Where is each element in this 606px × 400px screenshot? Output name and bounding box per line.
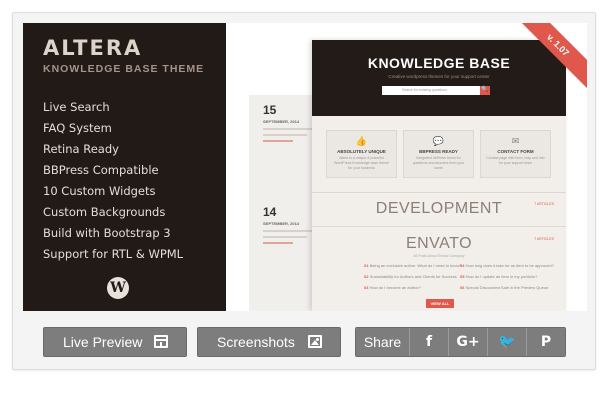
mockup-hero-tagline: Creative wordpress themes for your suppo… [388,74,490,79]
feature-item: FAQ System [43,121,112,135]
live-preview-label: Live Preview [63,334,143,350]
post-month: SEPTEMBER, 2014 [263,221,300,226]
feature-item: Build with Bootstrap 3 [43,226,171,240]
feature-item: Retina Ready [43,142,119,156]
mockup-section-heading: DEVELOPMENT [375,200,503,217]
mockup-article-link: 03 How do I become an author? [364,285,421,290]
live-preview-button[interactable]: Live Preview [43,327,187,357]
facebook-icon[interactable]: f [409,328,448,356]
mockup-article-link: 06 Special Discounted Sale in the Previe… [460,285,549,290]
twitter-icon[interactable]: 🐦 [487,328,526,356]
mockup-article-title: How long does it take for an item to be … [465,263,554,268]
screenshots-label: Screenshots [217,334,295,350]
wordpress-icon: W [107,277,129,299]
post-text-line [263,128,313,130]
mockup-article-title: How do I update an item in my portfolio? [465,274,538,279]
mockup-section-heading: ENVATO [405,235,473,252]
pinterest-icon[interactable]: P [526,328,565,356]
image-icon [308,335,322,348]
feature-item: Custom Backgrounds [43,205,166,219]
theme-preview-image[interactable]: ALTERA KNOWLEDGE BASE THEME Live Search … [23,23,587,311]
homepage-mockup: KNOWLEDGE BASE Creative wordpress themes… [312,40,566,311]
feature-item: BBPress Compatible [43,163,159,177]
post-month: SEPTEMBER, 2014 [263,119,300,124]
feature-list: Live Search FAQ System Retina Ready BBPr… [43,97,183,265]
mockup-hero-title: KNOWLEDGE BASE [367,55,511,71]
mockup-search-icon: 🔍 [480,86,490,95]
mockup-box-title: BBPRESS READY [419,149,458,154]
mockup-feature-box: ✉ CONTACT FORM Contact page with form, m… [480,130,551,178]
feature-item: Live Search [43,100,110,114]
theme-subtitle: KNOWLEDGE BASE THEME [43,63,205,75]
mockup-article-title: Special Discounted Sale in the Preview Q… [465,285,549,290]
mockup-box-text: Altera is a unique & powerful WordPress … [334,156,389,170]
envelope-icon: ✉ [511,136,520,146]
mockup-view-all-button: VIEW ALL [426,299,454,308]
mockup-section-subtitle: All Posts About Envato Company [413,254,465,258]
post-link-line [263,242,293,244]
theme-title: ALTERA [43,36,143,60]
chat-icon: 💬 [432,136,445,146]
feature-item: 10 Custom Widgets [43,184,156,198]
post-day: 15 [263,103,277,117]
post-link-line [263,140,293,142]
mockup-search-input: Search for existing questions [382,86,480,95]
window-icon [154,335,168,348]
mockup-article-title: Being an exclusive author. What do I nee… [369,263,462,268]
mockup-box-title: ABSOLUTELY UNIQUE [337,149,386,154]
mockup-box-text: Contact page with form, map and info for… [486,156,545,165]
post-day: 14 [263,205,277,219]
mockup-article-link: 04 How long does it take for an item to … [460,263,554,268]
share-bar: Share f G+ 🐦 P [355,327,566,357]
mockup-article-title: Sustainability for Authors and Clients f… [369,274,457,279]
google-plus-icon[interactable]: G+ [448,328,487,356]
feature-item: Support for RTL & WPML [43,247,184,261]
share-label: Share [356,328,409,356]
screenshots-button[interactable]: Screenshots [197,327,341,357]
mockup-section-count: 7 ARTICLES [534,237,554,241]
thumbs-up-icon: 👍 [355,136,368,146]
mockup-article-link: 01 Being an exclusive author. What do I … [364,263,462,268]
mockup-box-text: Integrated bbPress forum for questions a… [412,156,465,170]
mockup-section-count: 7 ARTICLES [534,202,554,206]
mockup-feature-box: 👍 ABSOLUTELY UNIQUE Altera is a unique &… [326,130,397,178]
mockup-article-title: How do I become an author? [369,285,421,290]
post-text-line [263,134,307,136]
mockup-feature-box: 💬 BBPRESS READY Integrated bbPress forum… [403,130,474,178]
mockup-article-link: 02 Sustainability for Authors and Client… [364,274,457,279]
theme-card: ALTERA KNOWLEDGE BASE THEME Live Search … [12,12,596,370]
theme-info-panel: ALTERA KNOWLEDGE BASE THEME Live Search … [23,23,226,311]
mockup-article-link: 05 How do I update an item in my portfol… [460,274,538,279]
post-text-line [263,230,313,232]
mockup-box-title: CONTACT FORM [497,149,534,154]
divider [312,192,566,193]
mockup-hero: KNOWLEDGE BASE Creative wordpress themes… [312,40,566,116]
post-text-line [263,236,307,238]
divider [312,226,566,227]
